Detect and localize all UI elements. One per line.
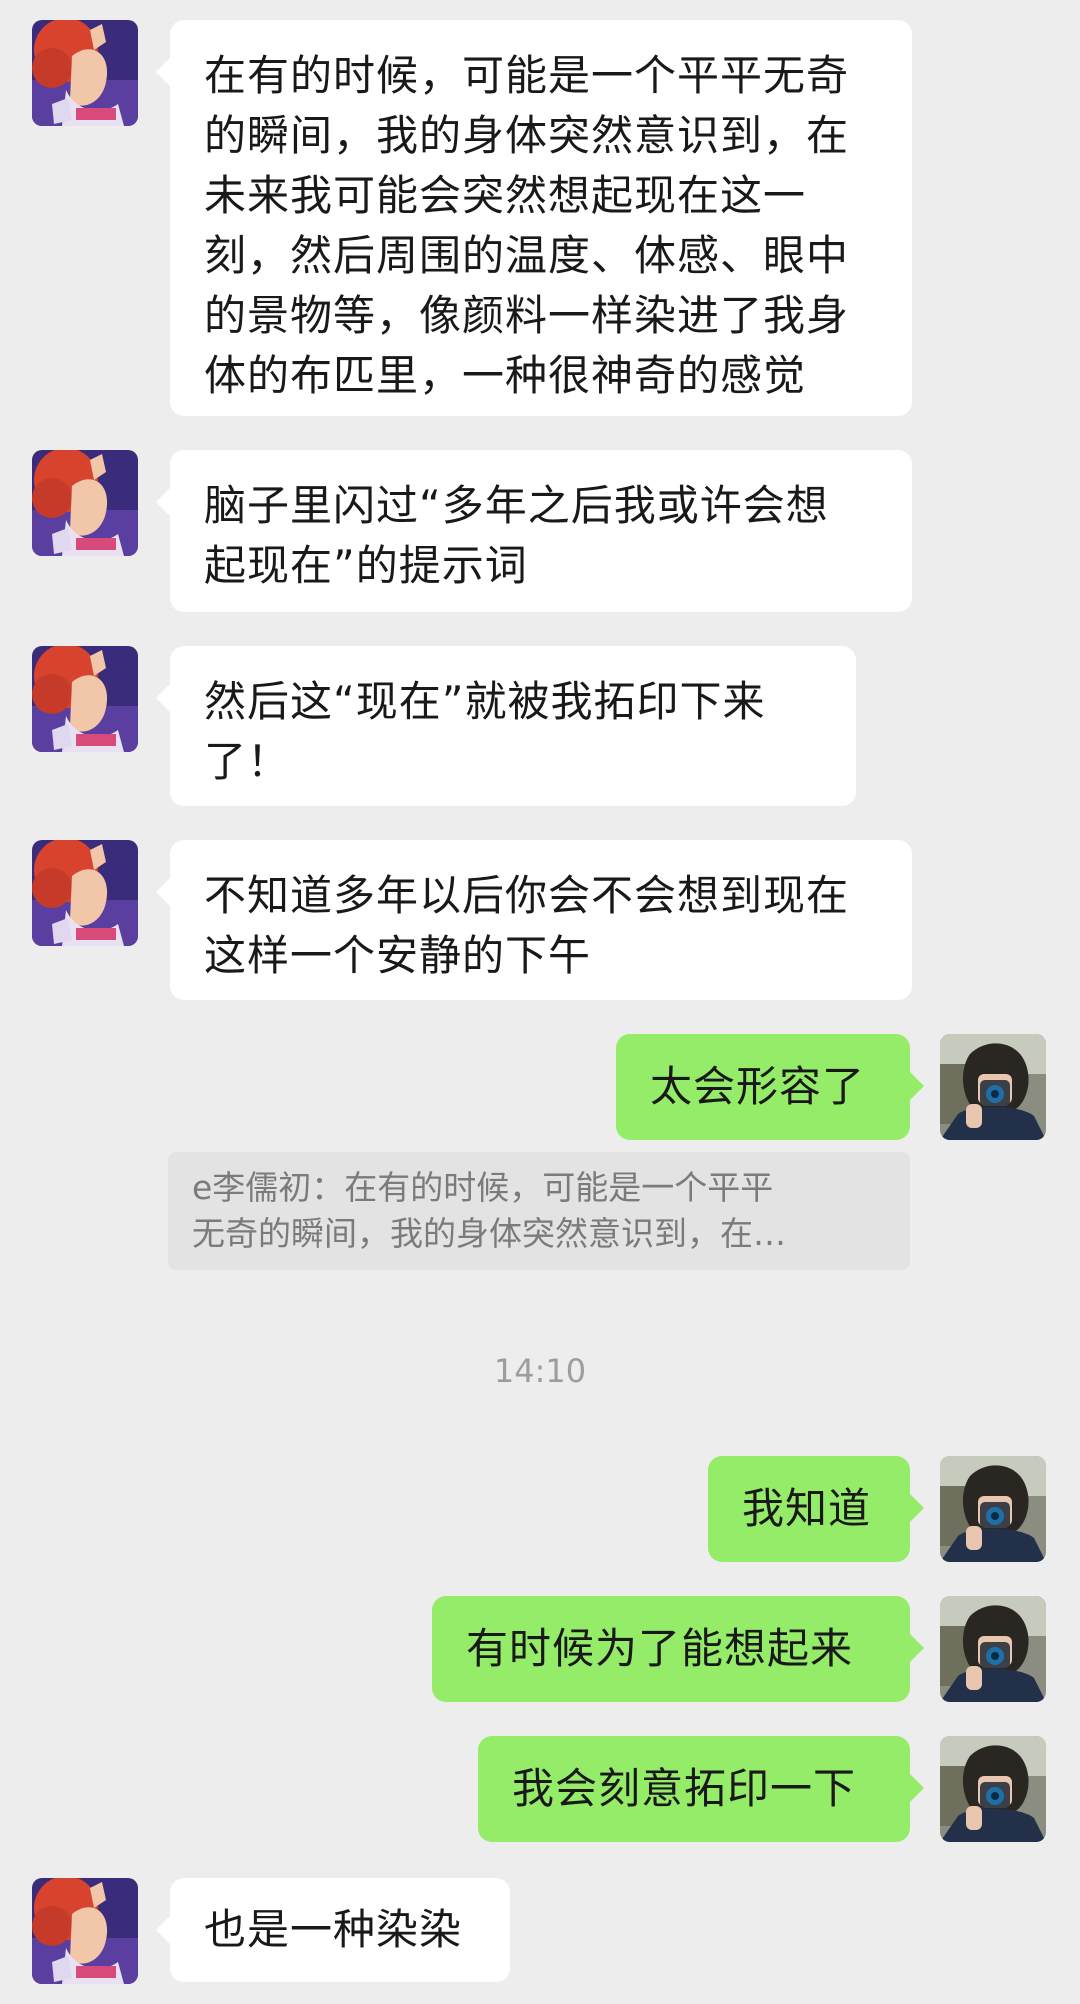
message-text: 在有的时候，可能是一个平平无奇 [204,51,850,100]
quote-text: e李儒初：在有的时候，可能是一个平平 [192,1168,774,1207]
anime-character-avatar-icon [32,20,138,126]
message-text: 不知道多年以后你会不会想到现在 [204,871,850,920]
message-text: 了！ [204,737,291,786]
message-bubble[interactable]: 然后这“现在”就被我拓印下来 了！ [156,646,856,806]
photo-portrait-avatar-icon [940,1034,1046,1140]
message-text: 未来我可能会突然想起现在这一 [204,171,807,220]
message-bubble-outgoing[interactable]: 我知道 [708,1456,924,1562]
anime-character-avatar-icon [32,450,138,556]
message-text: 的景物等，像颜料一样染进了我身 [204,291,850,340]
contact-avatar[interactable] [32,450,138,556]
message-text: 体的布匹里，一种很神奇的感觉 [204,351,807,400]
message-bubble[interactable]: 也是一种染染 [156,1878,510,1982]
message-bubble-outgoing[interactable]: 我会刻意拓印一下 [478,1736,924,1842]
message-bubble[interactable]: 脑子里闪过“多年之后我或许会想 起现在”的提示词 [156,450,912,612]
self-avatar[interactable] [940,1034,1046,1140]
self-avatar[interactable] [940,1736,1046,1842]
self-avatar[interactable] [940,1456,1046,1562]
message-text: 太会形容了 [650,1062,866,1111]
timestamp: 14:10 [493,1352,587,1390]
message-bubble-outgoing[interactable]: 有时候为了能想起来 [432,1596,924,1702]
photo-portrait-avatar-icon [940,1596,1046,1702]
message-text: 这样一个安静的下午 [204,931,592,980]
contact-avatar[interactable] [32,20,138,126]
message-text: 的瞬间，我的身体突然意识到，在 [204,111,850,160]
quoted-message[interactable]: e李儒初：在有的时候，可能是一个平平 无奇的瞬间，我的身体突然意识到，在… [168,1152,910,1270]
message-bubble[interactable]: 在有的时候，可能是一个平平无奇 的瞬间，我的身体突然意识到，在 未来我可能会突然… [156,20,912,416]
anime-character-avatar-icon [32,646,138,752]
message-text: 脑子里闪过“多年之后我或许会想 [204,481,829,530]
contact-avatar[interactable] [32,646,138,752]
message-text: 有时候为了能想起来 [466,1624,854,1673]
message-text: 起现在”的提示词 [204,541,528,590]
photo-portrait-avatar-icon [940,1456,1046,1562]
self-avatar[interactable] [940,1596,1046,1702]
anime-character-avatar-icon [32,840,138,946]
anime-character-avatar-icon [32,1878,138,1984]
message-text: 刻，然后周围的温度、体感、眼中 [204,231,850,280]
contact-avatar[interactable] [32,840,138,946]
message-text: 我知道 [742,1484,872,1533]
photo-portrait-avatar-icon [940,1736,1046,1842]
message-bubble[interactable]: 不知道多年以后你会不会想到现在 这样一个安静的下午 [156,840,912,1000]
message-bubble-outgoing[interactable]: 太会形容了 [616,1034,924,1140]
message-text: 也是一种染染 [204,1905,463,1954]
message-text: 我会刻意拓印一下 [512,1764,857,1813]
contact-avatar[interactable] [32,1878,138,1984]
quote-text: 无奇的瞬间，我的身体突然意识到，在… [192,1214,786,1253]
message-text: 然后这“现在”就被我拓印下来 [204,677,766,726]
